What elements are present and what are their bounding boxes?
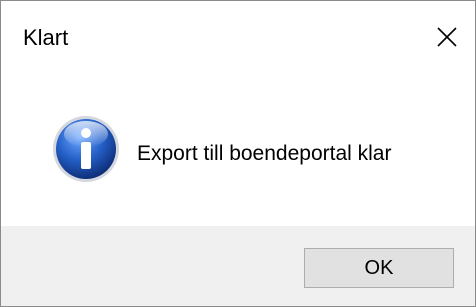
ok-button[interactable]: OK <box>304 248 454 288</box>
close-icon <box>436 26 458 53</box>
information-icon <box>51 114 121 184</box>
title-bar: Klart <box>1 1 475 61</box>
dialog-content: Export till boendeportal klar <box>1 61 475 226</box>
message-text: Export till boendeportal klar <box>137 142 392 165</box>
message-dialog: Klart Export till boendeportal klar OK <box>0 0 476 307</box>
dialog-footer: OK <box>1 226 475 306</box>
window-title: Klart <box>23 25 69 50</box>
close-button[interactable] <box>427 19 467 59</box>
